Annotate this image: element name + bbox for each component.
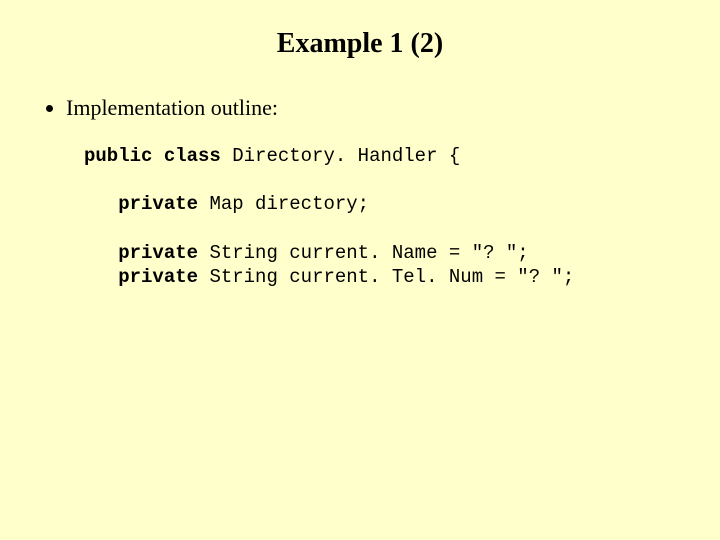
code-block: public class Directory. Handler { privat… [84,144,680,290]
keyword-private: private [118,193,198,215]
keyword-public: public [84,145,152,167]
code-text: String current. Tel. Num = "? "; [198,266,574,288]
keyword-private: private [118,266,198,288]
code-text: String current. Name = "? "; [198,242,529,264]
keyword-class: class [164,145,221,167]
keyword-private: private [118,242,198,264]
slide-title: Example 1 (2) [40,28,680,60]
code-text: Map directory; [198,193,369,215]
bullet-list: Implementation outline: public class Dir… [40,94,680,289]
bullet-text: Implementation outline: [66,95,278,120]
slide: Example 1 (2) Implementation outline: pu… [0,0,720,540]
code-text: Directory. Handler { [221,145,460,167]
bullet-item: Implementation outline: public class Dir… [66,94,680,289]
